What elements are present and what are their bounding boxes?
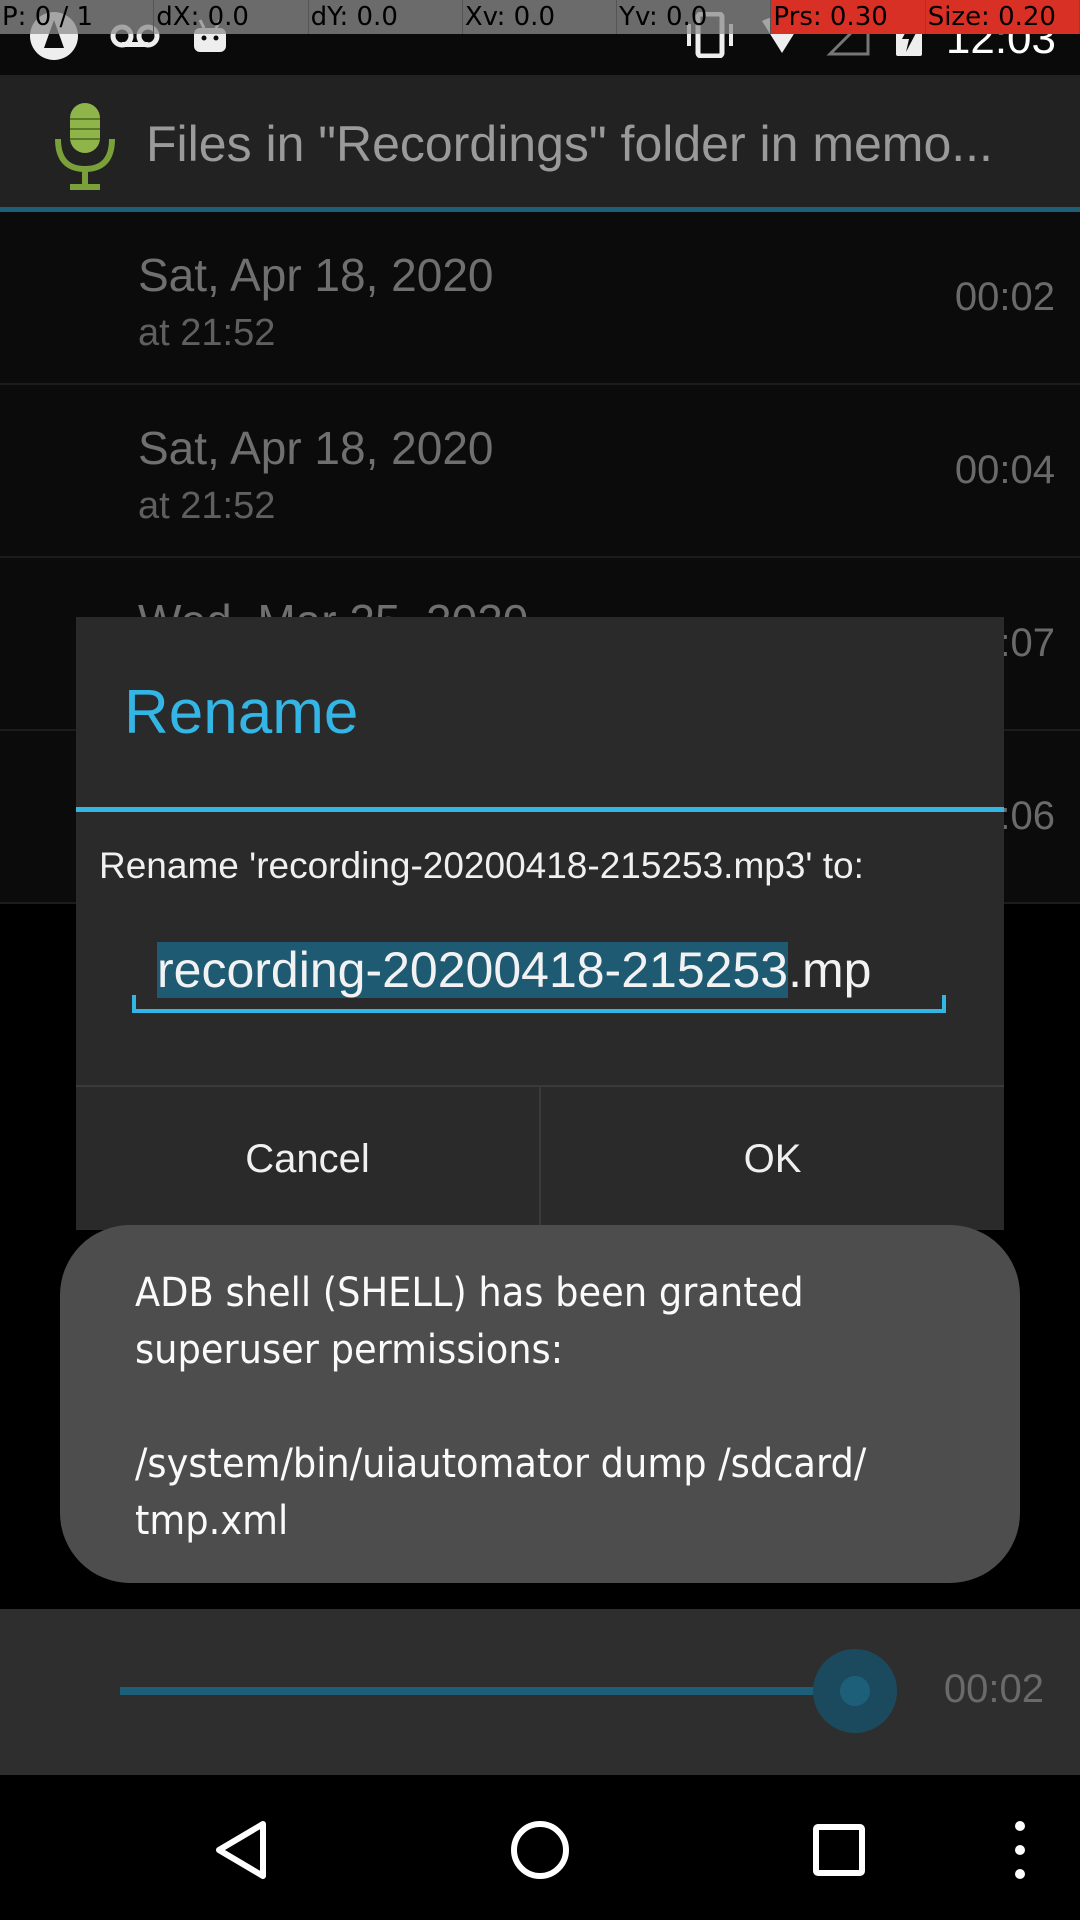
ok-button[interactable]: OK [541, 1087, 1004, 1232]
recents-icon[interactable] [794, 1805, 884, 1895]
action-bar-title: Files in "Recordings" folder in memo... [146, 116, 993, 172]
pointer-location-bar: P: 0 / 1 dX: 0.0 dY: 0.0 Xv: 0.0 Yv: 0.0… [0, 0, 1080, 34]
rename-input-remainder: .mp [788, 942, 872, 998]
playback-bar: 00:02 [0, 1609, 1080, 1775]
recording-time: at 21:52 [138, 485, 276, 527]
dialog-button-bar: Cancel OK [76, 1085, 1004, 1232]
seek-bar-thumb[interactable] [840, 1676, 870, 1706]
rename-dialog: Rename Rename 'recording-20200418-215253… [76, 617, 1004, 1232]
pointer-xv: Xv: 0.0 [462, 0, 618, 34]
recording-date: Sat, Apr 18, 2020 [138, 249, 494, 301]
rename-input[interactable]: recording-20200418-215253.mp [132, 937, 946, 1013]
superuser-toast: ADB shell (SHELL) has been granted super… [60, 1225, 1020, 1583]
recording-duration: 00:02 [954, 275, 1055, 319]
microphone-icon[interactable] [50, 99, 120, 191]
seek-bar-track[interactable] [120, 1687, 855, 1695]
playback-time: 00:02 [943, 1667, 1044, 1711]
pointer-dx: dX: 0.0 [154, 0, 309, 34]
pointer-pressure: Prs: 0.30 [771, 0, 926, 34]
recording-item[interactable]: Sat, Apr 18, 2020 at 21:52 00:04 [0, 385, 1080, 558]
toast-message: ADB shell (SHELL) has been granted super… [135, 1270, 867, 1544]
dialog-message: Rename 'recording-20200418-215253.mp3' t… [99, 845, 864, 886]
rename-input-value: recording-20200418-215253.mp [157, 941, 871, 999]
navigation-bar [0, 1775, 1080, 1920]
cancel-button[interactable]: Cancel [76, 1087, 541, 1232]
overflow-menu-icon[interactable] [975, 1805, 1065, 1895]
back-icon[interactable] [196, 1805, 286, 1895]
recording-duration: 00:04 [954, 448, 1055, 492]
pointer-dy: dY: 0.0 [308, 0, 463, 34]
dialog-title-divider [76, 807, 1004, 812]
home-icon[interactable] [495, 1805, 585, 1895]
recording-date: Sat, Apr 18, 2020 [138, 422, 494, 474]
recording-time: at 21:52 [138, 312, 276, 354]
rename-input-selection: recording-20200418-215253 [157, 942, 789, 998]
pointer-yv: Yv: 0.0 [617, 0, 772, 34]
recording-item[interactable]: Sat, Apr 18, 2020 at 21:52 00:02 [0, 212, 1080, 385]
dialog-title: Rename [124, 678, 359, 747]
action-bar: Files in "Recordings" folder in memo... [0, 75, 1080, 212]
pointer-count: P: 0 / 1 [0, 0, 155, 34]
pointer-size: Size: 0.20 [925, 0, 1080, 34]
